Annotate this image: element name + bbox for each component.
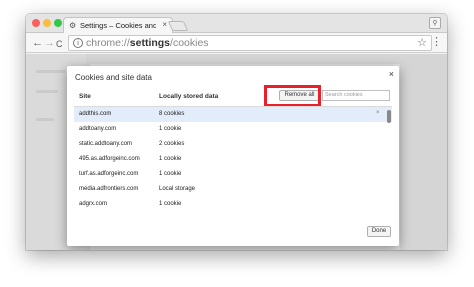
profile-icon[interactable]: ⚲	[429, 17, 441, 29]
menu-icon[interactable]: ⋮	[431, 35, 442, 49]
list-item[interactable]: turf.as.adforgeinc.com 1 cookie	[74, 167, 392, 182]
tab-settings[interactable]: ⚙ Settings – Cookies and site d ×	[63, 17, 173, 34]
cookies-dialog: Cookies and site data × Site Locally sto…	[67, 66, 399, 246]
dialog-close-icon[interactable]: ×	[389, 69, 394, 79]
column-header-local-data: Locally stored data	[159, 93, 219, 100]
list-scrollbar[interactable]	[387, 110, 391, 123]
local-data-cell: 1 cookie	[159, 126, 182, 132]
list-item[interactable]: static.addtoany.com 2 cookies	[74, 137, 392, 152]
site-cell: media.adfrontiers.com	[79, 186, 139, 192]
local-data-cell: 1 cookie	[159, 201, 182, 207]
site-cell: 495.as.adforgeinc.com	[79, 156, 140, 162]
site-cell: turf.as.adforgeinc.com	[79, 171, 139, 177]
url-text: chrome://settings/cookies	[86, 37, 209, 49]
column-header-site: Site	[79, 93, 91, 100]
list-item[interactable]: addtoany.com 1 cookie	[74, 122, 392, 137]
site-cell: static.addtoany.com	[79, 141, 132, 147]
list-item[interactable]: adgrx.com 1 cookie	[74, 197, 392, 212]
tab-close-icon[interactable]: ×	[162, 20, 167, 29]
local-data-cell: Local storage	[159, 186, 196, 192]
browser-window: ⚙ Settings – Cookies and site d × ⚲ ← → …	[26, 14, 447, 250]
address-bar[interactable]: i chrome://settings/cookies ☆	[68, 35, 432, 51]
remove-all-highlight	[264, 85, 321, 107]
list-item[interactable]: addthis.com 8 cookies ×	[74, 107, 392, 122]
dialog-title: Cookies and site data	[75, 73, 152, 82]
cookie-list: addthis.com 8 cookies × addtoany.com 1 c…	[74, 107, 392, 220]
tab-title: Settings – Cookies and site d	[80, 21, 156, 30]
bookmark-star-icon[interactable]: ☆	[417, 36, 427, 49]
local-data-cell: 8 cookies	[159, 111, 185, 117]
site-cell: addthis.com	[79, 111, 112, 117]
title-bar: ⚙ Settings – Cookies and site d × ⚲	[26, 14, 447, 34]
reload-icon[interactable]: C	[56, 37, 63, 51]
page-content: Cookies and site data × Site Locally sto…	[26, 54, 447, 250]
local-data-cell: 1 cookie	[159, 156, 182, 162]
local-data-cell: 1 cookie	[159, 171, 182, 177]
done-button[interactable]: Done	[367, 226, 391, 237]
minimize-window-button[interactable]	[43, 19, 51, 27]
local-data-cell: 2 cookies	[159, 141, 185, 147]
info-icon[interactable]: i	[73, 38, 83, 48]
site-cell: adgrx.com	[79, 201, 108, 207]
zoom-window-button[interactable]	[54, 19, 62, 27]
back-icon[interactable]: ←	[32, 36, 43, 50]
list-item[interactable]: media.adfrontiers.com Local storage	[74, 182, 392, 197]
search-cookies-input[interactable]: Search cookies	[322, 90, 390, 101]
list-item[interactable]: 495.as.adforgeinc.com 1 cookie	[74, 152, 392, 167]
new-tab-button[interactable]	[167, 21, 189, 31]
browser-toolbar: ← → C i chrome://settings/cookies ☆ ⋮	[26, 33, 447, 53]
forward-icon[interactable]: →	[44, 36, 55, 50]
gear-icon: ⚙	[69, 21, 77, 30]
remove-site-icon[interactable]: ×	[376, 110, 380, 116]
site-cell: addtoany.com	[79, 126, 117, 132]
close-window-button[interactable]	[32, 19, 40, 27]
